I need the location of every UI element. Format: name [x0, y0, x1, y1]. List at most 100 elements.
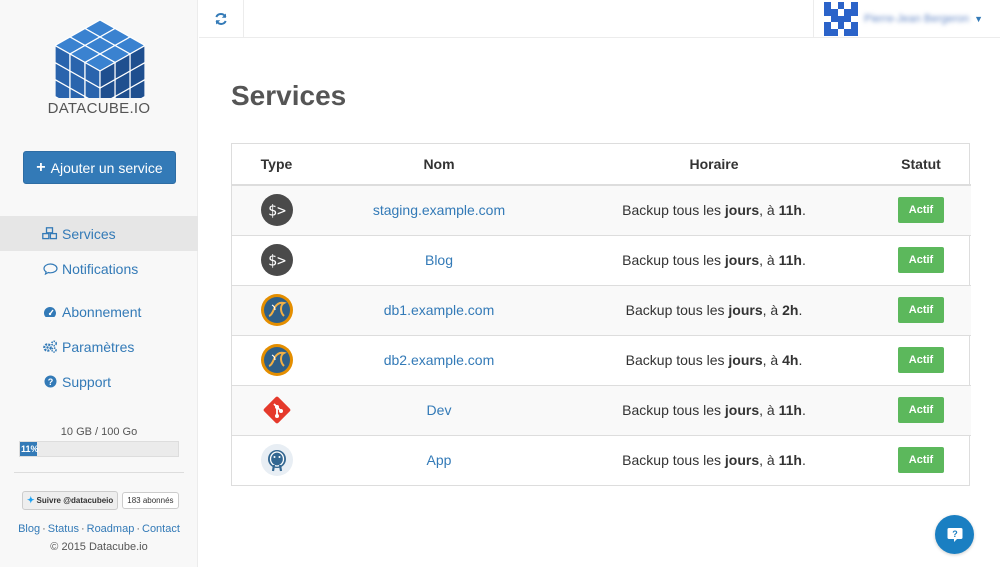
sidebar-item-notifications[interactable]: Notifications [0, 251, 198, 286]
table-row[interactable]: App Backup tous les jours, à 11h. Actif [232, 434, 971, 485]
sidebar-item-label: Paramètres [62, 338, 135, 355]
footer-link-status[interactable]: Status [48, 523, 79, 535]
service-name-cell: db1.example.com [321, 284, 557, 335]
service-status-cell: Actif [871, 184, 971, 235]
avatar-pixel [837, 22, 845, 30]
schedule-time: 2h [782, 302, 799, 318]
status-badge[interactable]: Actif [897, 397, 945, 423]
footer-link-roadmap[interactable]: Roadmap [87, 523, 135, 535]
table-row[interactable]: Dev Backup tous les jours, à 11h. Actif [232, 384, 971, 435]
schedule-text: Backup tous les [622, 452, 725, 469]
svg-text:?: ? [952, 529, 958, 539]
tachometer-icon [41, 306, 59, 318]
schedule-text: . [798, 302, 803, 318]
service-type-cell: $> [232, 184, 321, 235]
schedule-text: . [798, 352, 803, 368]
avatar-pixel [830, 8, 838, 16]
table-row[interactable]: $> Blog Backup tous les jours, à 11h. Actif [232, 234, 971, 285]
service-schedule-cell: Backup tous les jours, à 11h. [557, 234, 871, 285]
schedule-text: , à [762, 302, 783, 318]
table-row[interactable]: db1.example.com Backup tous les jours, à … [232, 284, 971, 335]
cogs-icon [41, 340, 59, 353]
datacube-logo-icon[interactable] [55, 14, 145, 98]
plus-icon: + [36, 158, 46, 176]
schedule-text: , à [759, 402, 779, 418]
avatar-pixel [844, 22, 851, 29]
schedule-time: 11h [778, 452, 802, 469]
storage-progress-fill: 11% [20, 442, 39, 456]
schedule-text: . [801, 402, 806, 418]
table-row[interactable]: $> staging.example.com Backup tous les jou… [232, 184, 971, 235]
schedule-frequency: jours [724, 452, 760, 469]
service-name-link[interactable]: Dev [427, 402, 452, 418]
schedule-text: . [801, 452, 806, 469]
service-schedule-cell: Backup tous les jours, à 11h. [557, 384, 871, 435]
service-name-link[interactable]: db2.example.com [384, 352, 495, 368]
sidebar-item-abonnement[interactable]: Abonnement [0, 294, 198, 329]
refresh-button[interactable] [199, 0, 244, 38]
separator-dot: · [42, 523, 46, 535]
service-status-cell: Actif [871, 434, 971, 485]
service-name-link[interactable]: staging.example.com [373, 202, 505, 218]
service-name-link[interactable]: Blog [425, 252, 453, 268]
schedule-text: Backup tous les [622, 402, 725, 418]
schedule-text: Backup tous les [622, 202, 725, 219]
avatar-pixel [851, 22, 858, 30]
service-schedule-cell: Backup tous les jours, à 11h. [557, 434, 871, 485]
services-table-panel: Type Nom Horaire Statut $> staging.exampl… [231, 143, 971, 486]
service-type-cell [232, 434, 321, 485]
avatar-pixel [831, 2, 838, 9]
add-service-label: Ajouter un service [50, 159, 163, 176]
user-menu[interactable]: Pierre-Jean Bergeron ▼ [813, 0, 1000, 38]
schedule-text: . [801, 202, 806, 219]
footer-link-contact[interactable]: Contact [142, 523, 180, 535]
schedule-frequency: jours [724, 402, 760, 418]
status-badge[interactable]: Actif [897, 347, 945, 373]
mysql-icon [260, 344, 294, 376]
schedule-text: , à [762, 352, 783, 368]
schedule-frequency: jours [724, 252, 760, 268]
service-type-cell [232, 384, 321, 435]
terminal-icon: $> [260, 244, 294, 276]
sidebar-item-parametres[interactable]: Paramètres [0, 329, 198, 364]
mysql-icon [260, 294, 294, 326]
avatar-pixel [838, 29, 845, 36]
footer-link-blog[interactable]: Blog [18, 523, 40, 535]
twitter-follower-count[interactable]: 183 abonnés [122, 492, 179, 509]
status-badge[interactable]: Actif [897, 447, 945, 474]
avatar-pixel [844, 29, 852, 36]
avatar-pixel [830, 15, 838, 23]
help-chat-button[interactable]: ? [935, 515, 974, 554]
column-header-type: Type [232, 144, 321, 186]
service-type-cell: $> [232, 234, 321, 285]
schedule-text: Backup tous les [622, 252, 725, 268]
comment-icon [41, 262, 59, 275]
service-name-cell: Blog [321, 234, 557, 285]
brand-name[interactable]: DATACUBE.IO [0, 100, 198, 117]
service-name-link[interactable]: App [427, 452, 452, 468]
service-name-link[interactable]: db1.example.com [384, 302, 495, 318]
avatar-pixel [844, 8, 852, 16]
services-table: Type Nom Horaire Statut $> staging.exampl… [232, 144, 971, 485]
add-service-button[interactable]: + Ajouter un service [23, 151, 176, 184]
service-status-cell: Actif [871, 384, 971, 435]
avatar-pixel [851, 8, 858, 16]
separator-dot: · [136, 523, 140, 535]
table-row[interactable]: db2.example.com Backup tous les jours, à … [232, 334, 971, 385]
avatar-pixel [837, 15, 845, 23]
twitter-follow-button[interactable]: ✦ Suivre @datacubeio [22, 491, 119, 510]
service-name-cell: Dev [321, 384, 557, 435]
footer-links: Blog · Status · Roadmap · Contact [0, 523, 198, 535]
status-badge[interactable]: Actif [897, 247, 945, 273]
sidebar-item-support[interactable]: ? Support [0, 364, 198, 399]
sidebar-item-services[interactable]: Services [0, 216, 198, 251]
status-badge[interactable]: Actif [897, 297, 945, 323]
twitter-follow-label: Suivre @datacubeio [36, 496, 114, 505]
question-circle-icon: ? [41, 375, 59, 388]
column-header-horaire: Horaire [557, 144, 871, 186]
status-badge[interactable]: Actif [897, 197, 945, 224]
service-status-cell: Actif [871, 334, 971, 385]
service-status-cell: Actif [871, 284, 971, 335]
copyright: © 2015 Datacube.io [50, 541, 148, 553]
